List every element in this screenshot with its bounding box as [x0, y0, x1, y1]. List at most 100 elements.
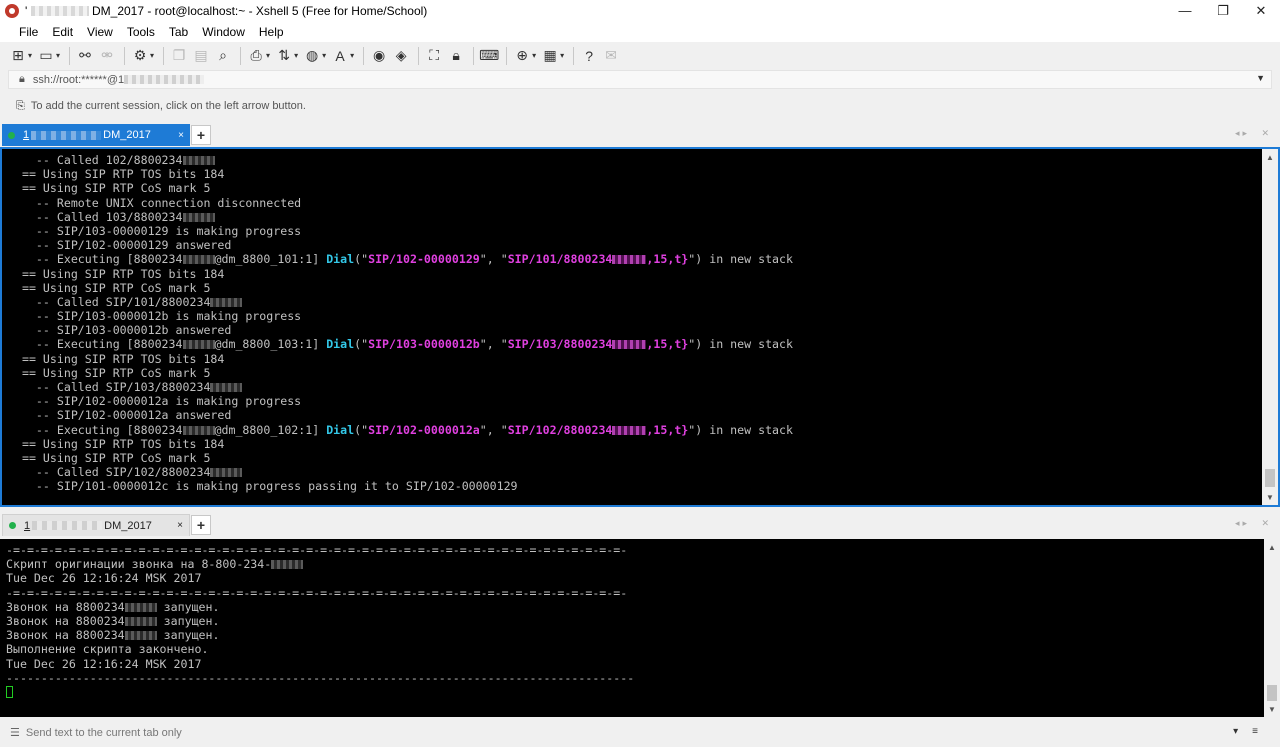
terminal-line: == Using SIP RTP TOS bits 184 — [8, 267, 793, 281]
menu-bar: File Edit View Tools Tab Window Help — [0, 21, 1280, 42]
redacted-digits — [271, 560, 304, 570]
menu-view[interactable]: View — [80, 25, 120, 39]
chevron-down-icon[interactable]: ▾ — [150, 51, 154, 60]
terminal-string: SIP/102/8800234 — [507, 422, 613, 437]
terminal-keyword: Dial — [326, 422, 355, 437]
print-icon[interactable]: ⎙ — [246, 46, 266, 66]
terminal-text: ") in new stack — [688, 422, 793, 437]
tab-close-icon[interactable]: × — [177, 520, 183, 531]
redacted-digits — [210, 468, 243, 478]
session-hint-bar: ⎘ To add the current session, click on t… — [8, 96, 306, 116]
new-session-icon[interactable]: ⊞ — [8, 46, 28, 66]
close-button[interactable]: ✕ — [1242, 0, 1280, 21]
paste-icon[interactable]: ▤ — [191, 46, 211, 66]
font-icon[interactable]: A — [330, 46, 350, 66]
toolbar-divider — [418, 46, 420, 65]
menu-tab[interactable]: Tab — [162, 25, 195, 39]
address-bar[interactable]: 🔒︎ ssh://root:******@1 ▼ — [8, 70, 1272, 89]
terminal-text: Выполнение скрипта закончено. — [6, 642, 209, 657]
add-tab-button[interactable]: + — [191, 125, 211, 145]
chevron-down-icon[interactable]: ▾ — [532, 51, 536, 60]
terminal-bottom[interactable]: -=-=-=-=-=-=-=-=-=-=-=-=-=-=-=-=-=-=-=-=… — [0, 539, 1280, 717]
add-tab-button[interactable]: + — [191, 515, 211, 535]
open-folder-icon[interactable]: ▭ — [36, 46, 56, 66]
terminal-top-scrollbar[interactable]: ▲ ▼ — [1262, 149, 1278, 505]
fullscreen-icon[interactable]: ⛶ — [424, 46, 444, 66]
terminal-text: -- Called SIP/103/8800234 — [8, 380, 211, 394]
terminal-string: SIP/102-0000012a — [368, 422, 480, 437]
xmanager-icon[interactable]: ◈ — [391, 46, 411, 66]
terminal-string: SIP/103-0000012b — [368, 337, 480, 352]
terminal-text: -- SIP/102-0000012a answered — [8, 408, 232, 423]
close-icon[interactable]: ✕ — [1261, 518, 1272, 529]
redacted-digits — [124, 602, 157, 612]
minimize-button[interactable]: — — [1166, 0, 1204, 21]
lock-icon[interactable]: 🔒︎ — [446, 46, 466, 66]
help-icon[interactable]: ? — [579, 46, 599, 66]
scroll-down-icon[interactable]: ▼ — [1264, 701, 1280, 717]
tab-scroll-arrows[interactable]: ◂▸ — [1235, 518, 1250, 529]
scroll-up-icon[interactable]: ▲ — [1264, 539, 1280, 555]
xftp-icon[interactable]: ◉ — [369, 46, 389, 66]
terminal-text: == Using SIP RTP TOS bits 184 — [8, 266, 225, 281]
tab-session-top[interactable]: 1 DM_2017 × — [2, 124, 190, 146]
keyboard-icon[interactable]: ⌨ — [479, 46, 499, 66]
terminal-text: ", " — [479, 252, 508, 267]
menu-tools[interactable]: Tools — [120, 25, 162, 39]
disconnect-icon[interactable]: ⚮ — [97, 46, 117, 66]
chevron-down-icon[interactable]: ▾ — [266, 51, 270, 60]
compose-placeholder: Send text to the current tab only — [25, 726, 182, 739]
menu-window[interactable]: Window — [195, 25, 252, 39]
close-icon[interactable]: ✕ — [1261, 128, 1272, 139]
terminal-top-output: -- Called 102/8800234 == Using SIP RTP T… — [8, 153, 793, 494]
scroll-thumb[interactable] — [1265, 469, 1275, 487]
scroll-thumb[interactable] — [1267, 685, 1277, 701]
copy-icon[interactable]: ❐ — [169, 46, 189, 66]
chevron-down-icon[interactable]: ▾ — [322, 51, 326, 60]
chevron-down-icon[interactable]: ▾ — [28, 51, 32, 60]
menu-help[interactable]: Help — [252, 25, 291, 39]
terminal-text: запущен. — [156, 613, 220, 628]
terminal-text: ") in new stack — [688, 337, 793, 352]
compose-bar[interactable]: ☰ Send text to the current tab only ▾≡ — [0, 718, 1280, 747]
tab-scroll-arrows[interactable]: ◂▸ — [1235, 128, 1250, 139]
menu-file[interactable]: File — [12, 25, 45, 39]
properties-icon[interactable]: ⚙ — [130, 46, 150, 66]
connect-icon[interactable]: ⚯ — [75, 46, 95, 66]
tab-close-icon[interactable]: × — [178, 130, 184, 141]
menu-edit[interactable]: Edit — [45, 25, 80, 39]
chevron-down-icon[interactable]: ▾ — [56, 51, 60, 60]
tab-session-bottom[interactable]: 1 DM_2017 × — [2, 514, 190, 536]
restore-button[interactable]: ❐ — [1204, 0, 1242, 21]
chevron-down-icon[interactable]: ▾ — [294, 51, 298, 60]
chevron-down-icon[interactable]: ▾ — [560, 51, 564, 60]
compose-options-icons[interactable]: ▾≡ — [1233, 726, 1272, 737]
redacted-tab-name — [32, 521, 103, 530]
terminal-text: @dm_8800_101:1] — [214, 252, 327, 267]
terminal-text: -- SIP/103-0000012b answered — [8, 323, 232, 338]
terminal-line: -- SIP/103-00000129 is making progress — [8, 224, 793, 238]
globe-icon[interactable]: ◍ — [302, 46, 322, 66]
terminal-text: Скрипт оригинации звонка на 8-800-234- — [6, 557, 272, 572]
layout-icon[interactable]: ▦ — [540, 46, 560, 66]
transfer-icon[interactable]: ⇅ — [274, 46, 294, 66]
terminal-line — [6, 685, 634, 699]
chevron-down-icon[interactable]: ▾ — [350, 51, 354, 60]
terminal-text: -- Remote UNIX connection disconnected — [8, 195, 302, 210]
xshell-logo-icon — [5, 3, 19, 18]
tab-number: 1 — [23, 129, 30, 141]
terminal-string: SIP/103/8800234 — [507, 337, 613, 352]
chevron-down-icon[interactable]: ▼ — [1256, 73, 1265, 83]
terminal-bottom-scrollbar[interactable]: ▲ ▼ — [1264, 539, 1280, 717]
new-tab-icon[interactable]: ⊕ — [512, 46, 532, 66]
terminal-top[interactable]: -- Called 102/8800234 == Using SIP RTP T… — [0, 147, 1280, 507]
terminal-string: SIP/102-00000129 — [368, 252, 480, 267]
toolbar-divider — [69, 46, 71, 65]
scroll-down-icon[interactable]: ▼ — [1262, 489, 1278, 505]
chat-icon[interactable]: ✉ — [601, 46, 621, 66]
scroll-up-icon[interactable]: ▲ — [1262, 149, 1278, 165]
add-session-icon[interactable]: ⎘ — [16, 100, 25, 113]
find-icon[interactable]: ⌕ — [213, 46, 233, 66]
compose-menu-icon[interactable]: ☰ — [10, 726, 20, 739]
terminal-text: -- Called 102/8800234 — [8, 153, 183, 167]
